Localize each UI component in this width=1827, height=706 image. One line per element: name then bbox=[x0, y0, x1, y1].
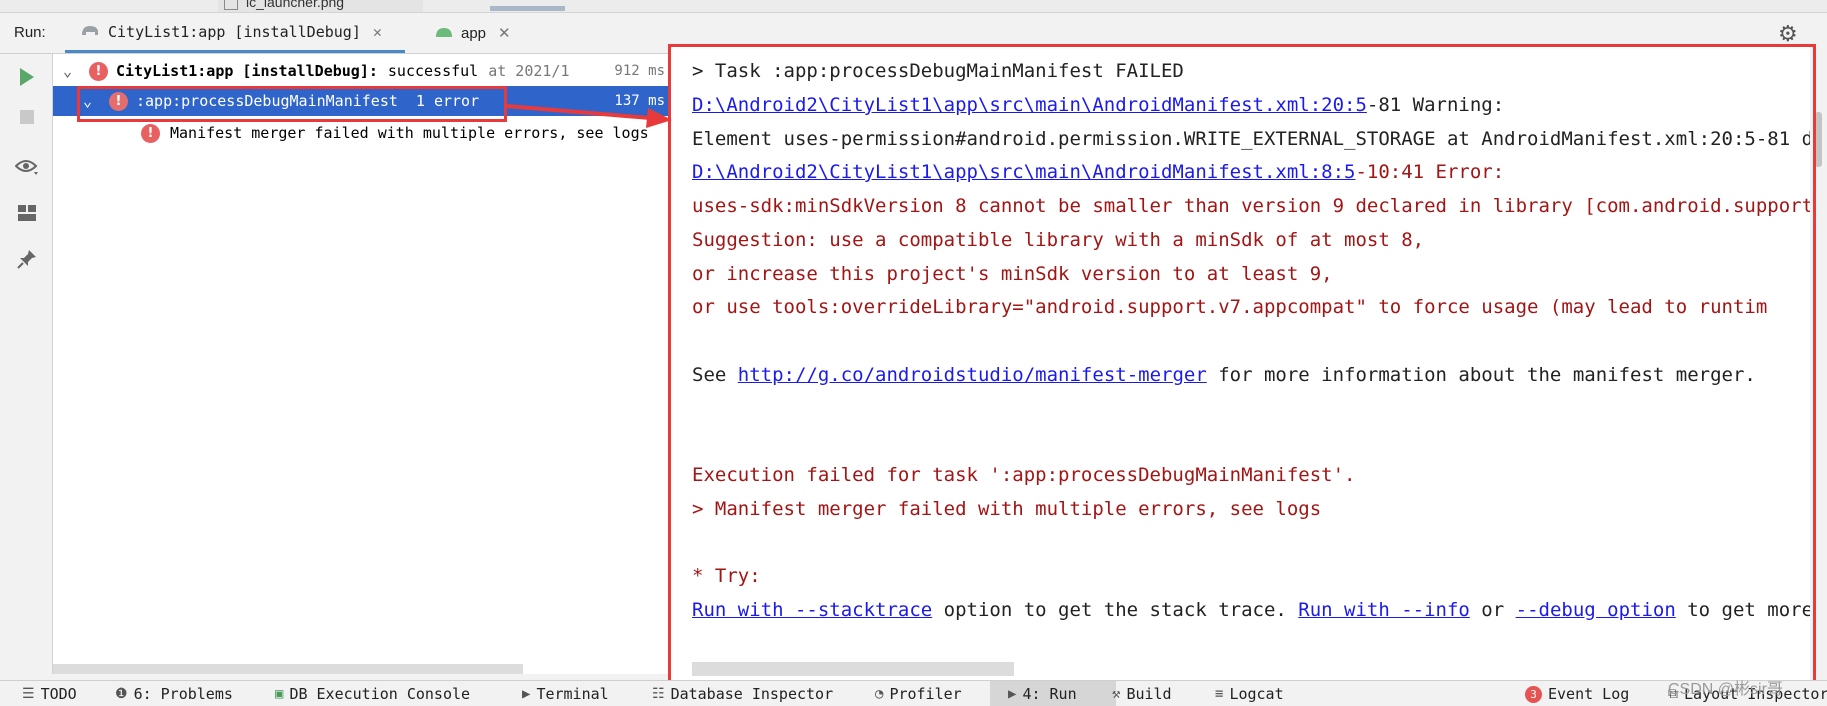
event-count-badge: 3 bbox=[1525, 685, 1542, 703]
pin-icon bbox=[17, 250, 36, 269]
terminal-icon: ▶ bbox=[522, 686, 531, 702]
play-icon bbox=[20, 68, 34, 86]
tab-strip-scroll-indicator bbox=[490, 6, 565, 11]
tab-citylist-install-debug[interactable]: CityList1:app [installDebug] ✕ bbox=[65, 13, 405, 53]
tab-label: app bbox=[461, 24, 487, 42]
tool-window-bar: ☰ TODO ❶ 6: Problems ▣ DB Execution Console… bbox=[0, 680, 1827, 706]
tab-app[interactable]: app ✕ bbox=[420, 13, 520, 53]
logcat-icon: ≡ bbox=[1215, 686, 1224, 702]
database-icon: ☷ bbox=[652, 686, 665, 702]
play-icon: ▶ bbox=[1008, 685, 1017, 702]
editor-tab-ic-launcher[interactable]: ic_launcher.png bbox=[218, 0, 423, 12]
profiler-button[interactable]: ◔ Profiler bbox=[875, 685, 962, 703]
scrollbar-thumb[interactable] bbox=[1815, 112, 1822, 167]
build-status: successful bbox=[387, 62, 479, 80]
elephant-icon bbox=[80, 23, 100, 41]
warning-icon: ❶ bbox=[115, 686, 128, 702]
close-icon[interactable]: ✕ bbox=[373, 23, 382, 41]
build-button[interactable]: ⚒ Build bbox=[1112, 685, 1172, 703]
hammer-icon: ⚒ bbox=[1112, 686, 1121, 702]
terminal-button[interactable]: ▶ Terminal bbox=[522, 685, 609, 703]
database-inspector-button[interactable]: ☷ Database Inspector bbox=[652, 685, 833, 703]
build-tree: ⌄ ! CityList1:app [installDebug]: succes… bbox=[53, 54, 670, 674]
todo-button[interactable]: ☰ TODO bbox=[22, 685, 77, 703]
rerun-button[interactable] bbox=[14, 64, 40, 90]
layout-icon bbox=[18, 205, 36, 221]
build-timestamp: at 2021/1 bbox=[488, 62, 570, 80]
tree-horizontal-scrollbar[interactable] bbox=[53, 664, 523, 674]
annotation-box-console bbox=[668, 44, 1816, 687]
profiler-icon: ◔ bbox=[875, 686, 884, 702]
problems-button[interactable]: ❶ 6: Problems bbox=[115, 685, 233, 703]
eye-icon bbox=[15, 160, 38, 175]
error-icon: ! bbox=[89, 61, 108, 81]
annotation-box-row bbox=[77, 86, 507, 122]
tree-row-error-message[interactable]: ! Manifest merger failed with multiple e… bbox=[53, 118, 669, 148]
layout-button[interactable] bbox=[14, 200, 40, 226]
tree-row-root[interactable]: ⌄ ! CityList1:app [installDebug]: succes… bbox=[53, 56, 669, 86]
build-target-name: CityList1:app [installDebug]: bbox=[116, 62, 378, 80]
event-log-button[interactable]: 3 Event Log bbox=[1525, 685, 1629, 703]
run-label: Run: bbox=[14, 24, 46, 41]
run-toolbar bbox=[0, 54, 53, 674]
stop-icon bbox=[20, 110, 34, 124]
database-console-icon: ▣ bbox=[275, 686, 284, 702]
stop-button[interactable] bbox=[14, 104, 40, 130]
editor-tab-label: ic_launcher.png bbox=[246, 0, 345, 10]
run-button[interactable]: ▶ 4: Run bbox=[990, 681, 1116, 706]
task-duration: 137 ms bbox=[614, 93, 665, 109]
close-icon[interactable]: ✕ bbox=[498, 24, 511, 42]
watermark: CSDN @彬sir哥 bbox=[1668, 681, 1783, 698]
list-icon: ☰ bbox=[22, 686, 35, 702]
image-file-icon bbox=[224, 0, 238, 10]
view-options-button[interactable] bbox=[14, 154, 40, 180]
db-execution-console-button[interactable]: ▣ DB Execution Console bbox=[275, 685, 470, 703]
editor-tab-strip: ic_launcher.png bbox=[0, 0, 1827, 13]
chevron-down-icon[interactable]: ⌄ bbox=[63, 62, 85, 80]
error-icon: ! bbox=[141, 123, 160, 143]
tab-label: CityList1:app [installDebug] bbox=[108, 22, 361, 41]
build-duration: 912 ms bbox=[614, 63, 665, 79]
logcat-button[interactable]: ≡ Logcat bbox=[1215, 685, 1284, 703]
android-icon bbox=[435, 25, 453, 42]
pin-tab-button[interactable] bbox=[14, 246, 40, 272]
error-message: Manifest merger failed with multiple err… bbox=[170, 124, 649, 142]
